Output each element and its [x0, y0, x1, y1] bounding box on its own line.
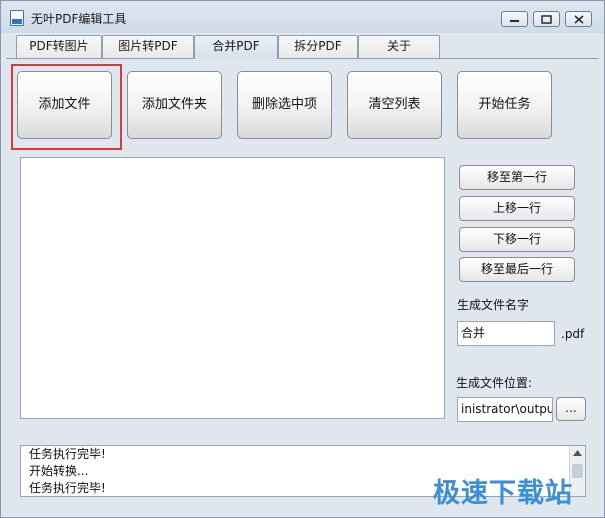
tab-about[interactable]: 关于 [358, 35, 440, 58]
scroll-thumb[interactable] [572, 464, 583, 478]
tab-split-pdf[interactable]: 拆分PDF [278, 35, 358, 58]
tab-merge-pdf[interactable]: 合并PDF [194, 35, 278, 59]
browse-button[interactable]: ... [556, 397, 586, 421]
close-button[interactable] [565, 11, 592, 27]
log-line: 任务执行完毕! [29, 447, 106, 461]
title-bar: 无叶PDF编辑工具 [1, 1, 604, 33]
maximize-icon [541, 15, 552, 24]
add-file-button[interactable]: 添加文件 [17, 71, 112, 139]
log-line: 开始转换... [29, 464, 89, 478]
minimize-icon [510, 20, 519, 22]
delete-selected-button[interactable]: 删除选中项 [237, 71, 332, 139]
file-list[interactable] [20, 157, 445, 419]
output-name-input[interactable]: 合并 [457, 321, 555, 346]
output-location-input[interactable]: inistrator\output [457, 397, 553, 422]
move-up-button[interactable]: 上移一行 [459, 196, 575, 221]
pdf-app-icon [10, 10, 24, 26]
extension-label: .pdf [561, 327, 585, 341]
maximize-button[interactable] [533, 11, 560, 27]
start-task-button[interactable]: 开始任务 [457, 71, 552, 139]
log-line: 任务执行完毕! [29, 481, 106, 495]
output-location-label: 生成文件位置: [456, 376, 533, 390]
scroll-up-icon[interactable] [573, 450, 582, 456]
watermark-logo: 极速下载站 [433, 478, 573, 509]
app-window: 无叶PDF编辑工具 PDF转图片 图片转PDF 合并PDF 拆分PDF 关于 添… [0, 0, 605, 518]
tab-pdf-to-image[interactable]: PDF转图片 [16, 35, 102, 58]
clear-list-button[interactable]: 清空列表 [347, 71, 442, 139]
close-icon [574, 15, 584, 24]
move-to-top-button[interactable]: 移至第一行 [459, 165, 575, 190]
window-title: 无叶PDF编辑工具 [31, 12, 127, 26]
move-to-bottom-button[interactable]: 移至最后一行 [459, 257, 575, 282]
move-down-button[interactable]: 下移一行 [459, 227, 575, 252]
add-folder-button[interactable]: 添加文件夹 [127, 71, 222, 139]
minimize-button[interactable] [501, 11, 528, 27]
output-name-label: 生成文件名字 [457, 298, 530, 312]
tab-image-to-pdf[interactable]: 图片转PDF [102, 35, 194, 58]
